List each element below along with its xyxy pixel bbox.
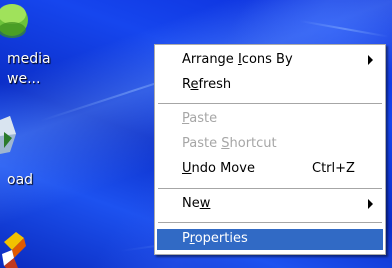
menu-item-label: Undo Move <box>182 161 255 176</box>
menu-item-label: Properties <box>182 231 248 246</box>
menu-item-properties[interactable]: Properties <box>157 229 383 250</box>
menu-item-shortcut: Ctrl+Z <box>312 161 355 176</box>
desktop-icon-label: media <box>7 51 51 67</box>
submenu-arrow-icon <box>368 55 373 65</box>
menu-item-label: Paste <box>182 111 218 126</box>
menu-item-label: Paste Shortcut <box>182 136 277 151</box>
download-icon <box>0 116 16 154</box>
menu-item-arrange-icons-by[interactable]: Arrange Icons By <box>157 50 383 71</box>
desktop-icon-label: we... <box>7 71 41 87</box>
wallpaper-streak <box>299 20 389 38</box>
menu-item-label: Refresh <box>182 77 232 92</box>
desktop-icon-label: oad <box>7 172 34 188</box>
context-menu: Arrange Icons By Refresh Paste Paste Sho… <box>154 44 386 255</box>
paint-icon <box>2 232 26 268</box>
menu-item-label: Arrange Icons By <box>182 52 293 67</box>
menu-separator <box>158 188 382 189</box>
menu-item-undo-move[interactable]: Undo Move Ctrl+Z <box>157 159 383 180</box>
menu-item-label: New <box>182 196 211 211</box>
menu-separator <box>158 103 382 104</box>
media-player-icon <box>0 4 28 38</box>
menu-item-paste[interactable]: Paste <box>157 109 383 130</box>
menu-item-paste-shortcut[interactable]: Paste Shortcut <box>157 134 383 155</box>
menu-item-refresh[interactable]: Refresh <box>157 75 383 96</box>
menu-separator <box>158 222 382 223</box>
submenu-arrow-icon <box>368 199 373 209</box>
menu-item-new[interactable]: New <box>157 194 383 215</box>
